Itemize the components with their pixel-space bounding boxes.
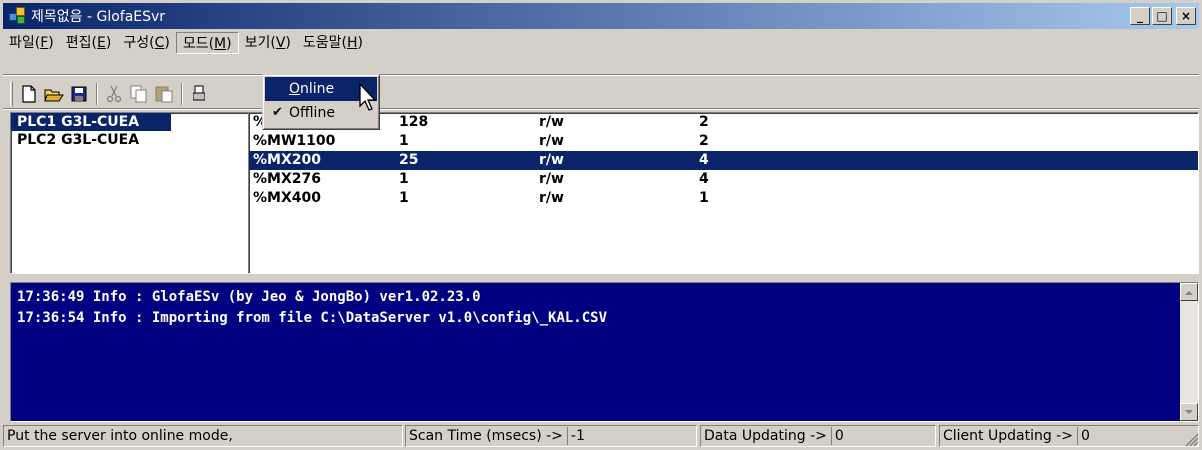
maximize-button[interactable]: □ <box>1152 7 1172 25</box>
scroll-down-button[interactable] <box>1180 403 1198 421</box>
client-updating-label: Client Updating -> <box>943 428 1073 444</box>
app-window: 제목없음 - GlofaESvr _ □ × 파일(F) 편집(E) 구성(C)… <box>0 0 1202 450</box>
tag-access: r/w <box>539 114 564 130</box>
tag-value: 1 <box>399 190 409 206</box>
arrow-up-icon <box>1185 290 1193 295</box>
tag-access: r/w <box>539 152 564 168</box>
tag-access: r/w <box>539 171 564 187</box>
client-updating-value: 0 <box>1076 427 1105 445</box>
toolbar-divider <box>3 108 1199 110</box>
mouse-cursor-icon <box>359 82 377 111</box>
menu-edit[interactable]: 편집(E) <box>60 32 118 54</box>
scan-time-value: -1 <box>566 427 595 445</box>
menu-divider <box>3 74 1199 76</box>
tag-address: %MX200 <box>253 152 321 168</box>
table-row[interactable]: % 128 r/w 2 <box>249 113 1198 132</box>
data-updating-label: Data Updating -> <box>704 428 827 444</box>
tag-count: 4 <box>699 171 709 187</box>
plc-list[interactable]: PLC1 G3L-CUEA PLC2 G3L-CUEA <box>10 112 250 274</box>
panel-splitter[interactable] <box>3 274 1199 282</box>
open-folder-icon[interactable] <box>42 83 65 105</box>
client-updating-pane: Client Updating -> 0 <box>939 425 1199 447</box>
close-icon: × <box>1180 9 1192 23</box>
menu-help[interactable]: 도움말(H) <box>297 32 369 54</box>
data-updating-value: 0 <box>830 427 859 445</box>
tag-value: 25 <box>399 152 419 168</box>
tag-address: %MW1100 <box>253 133 336 149</box>
scan-time-pane: Scan Time (msecs) -> -1 <box>405 425 697 447</box>
minimize-button[interactable]: _ <box>1130 7 1150 25</box>
title-bar[interactable]: 제목없음 - GlofaESvr _ □ × <box>3 3 1199 29</box>
arrow-down-icon <box>1185 409 1193 414</box>
cut-icon[interactable] <box>102 83 125 105</box>
menu-config[interactable]: 구성(C) <box>117 32 175 54</box>
tag-value: 1 <box>399 133 409 149</box>
tag-value: 1 <box>399 171 409 187</box>
tag-value: 128 <box>399 114 429 130</box>
scroll-up-button[interactable] <box>1180 283 1198 301</box>
log-panel[interactable]: 17:36:49 Info : GlofaESv (by Jeo & JongB… <box>10 282 1199 422</box>
tag-address: %MX400 <box>253 190 321 206</box>
table-row[interactable]: %MX200 25 r/w 4 <box>249 151 1198 170</box>
save-icon[interactable] <box>67 83 90 105</box>
data-updating-pane: Data Updating -> 0 <box>700 425 936 447</box>
log-line: 17:36:54 Info : Importing from file C:\D… <box>17 310 608 326</box>
print-icon[interactable] <box>187 83 210 105</box>
tag-access: r/w <box>539 133 564 149</box>
tag-count: 1 <box>699 190 709 206</box>
toolbar-grip[interactable] <box>10 82 13 106</box>
plc-list-item[interactable]: PLC2 G3L-CUEA <box>11 131 249 149</box>
toolbar-separator <box>96 83 98 105</box>
table-row[interactable]: %MX400 1 r/w 1 <box>249 189 1198 208</box>
window-title: 제목없음 - GlofaESvr <box>31 9 166 25</box>
maximize-icon: □ <box>1156 9 1168 23</box>
table-row[interactable]: %MX276 1 r/w 4 <box>249 170 1198 189</box>
status-message: Put the server into online mode, <box>3 425 403 447</box>
tag-table[interactable]: % 128 r/w 2 %MW1100 1 r/w 2 %MX200 25 r/… <box>248 112 1199 274</box>
close-button[interactable]: × <box>1176 7 1196 25</box>
scan-time-label: Scan Time (msecs) -> <box>409 428 563 444</box>
menu-view[interactable]: 보기(V) <box>239 32 297 54</box>
log-scrollbar[interactable] <box>1180 283 1198 421</box>
minimize-icon: _ <box>1137 9 1143 23</box>
app-icon <box>9 7 27 25</box>
tag-count: 2 <box>699 133 709 149</box>
tag-access: r/w <box>539 190 564 206</box>
toolbar <box>10 80 212 108</box>
new-file-icon[interactable] <box>17 83 40 105</box>
paste-icon[interactable] <box>152 83 175 105</box>
copy-icon[interactable] <box>127 83 150 105</box>
status-bar: Put the server into online mode, Scan Ti… <box>3 425 1199 447</box>
table-row[interactable]: %MW1100 1 r/w 2 <box>249 132 1198 151</box>
tag-address: %MX276 <box>253 171 321 187</box>
menu-file[interactable]: 파일(F) <box>3 32 60 54</box>
checkmark-icon: ✔ <box>272 105 283 120</box>
toolbar-separator <box>181 83 183 105</box>
tag-count: 4 <box>699 152 709 168</box>
resize-grip-icon[interactable] <box>1185 433 1199 447</box>
menu-mode[interactable]: 모드(M) <box>175 32 239 54</box>
menu-bar: 파일(F) 편집(E) 구성(C) 모드(M) 보기(V) 도움말(H) <box>3 31 369 55</box>
log-line: 17:36:49 Info : GlofaESv (by Jeo & JongB… <box>17 289 481 305</box>
tag-count: 2 <box>699 114 709 130</box>
plc-list-item[interactable]: PLC1 G3L-CUEA <box>11 113 171 131</box>
